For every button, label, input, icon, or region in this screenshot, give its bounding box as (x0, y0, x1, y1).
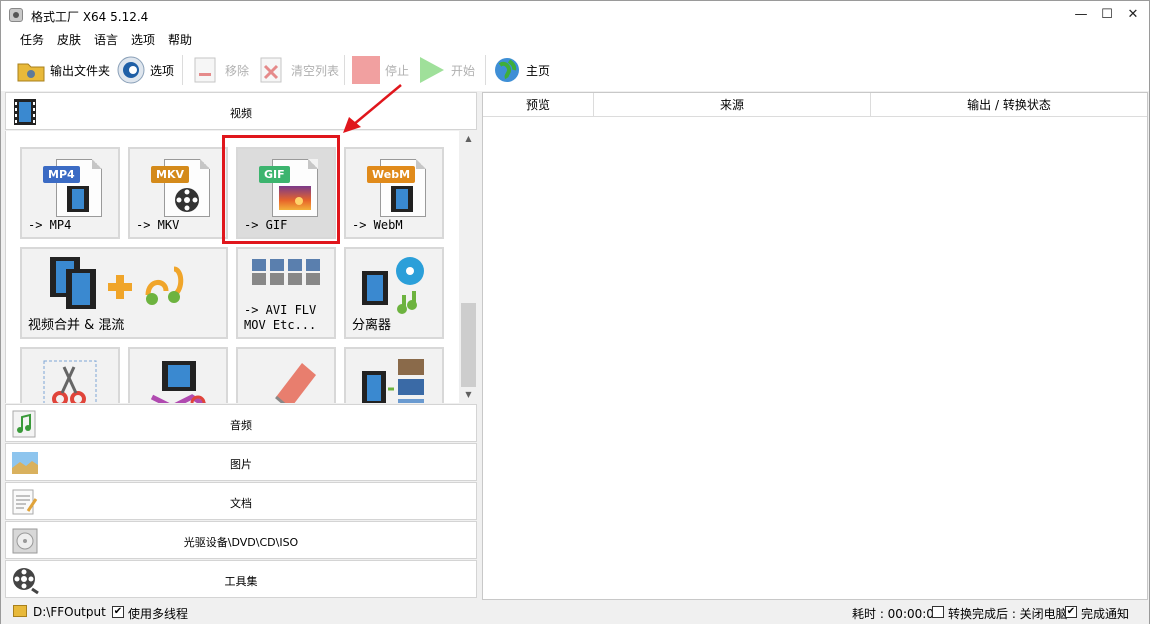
column-output-status[interactable]: 输出 / 转换状态 (871, 93, 1147, 117)
tile-to-webm[interactable]: WebM -> WebM (344, 147, 444, 239)
mp4-tag: MP4 (43, 166, 80, 183)
tile-remove-logo[interactable]: Logo (236, 347, 336, 403)
mkv-file-icon: MKV (151, 159, 210, 217)
tile-label-line2: MOV Etc... (244, 318, 317, 332)
menu-task[interactable]: 任务 (20, 31, 44, 48)
tile-video-edit[interactable] (128, 347, 228, 403)
scroll-down-arrow-icon[interactable]: ▼ (459, 387, 477, 403)
toolbar-divider (485, 55, 486, 85)
tile-label-line1: -> AVI FLV (244, 303, 317, 317)
webm-tag: WebM (367, 166, 416, 183)
category-audio-label: 音频 (230, 419, 252, 432)
after-convert-label: 转换完成后 : 关闭电脑 (948, 607, 1068, 621)
tile-label: 分离器 (352, 318, 392, 333)
category-audio[interactable]: 音频 (5, 404, 477, 442)
tile-label: 视频合并 & 混流 (28, 318, 125, 333)
tile-screen-record[interactable] (344, 347, 444, 403)
elapsed-time: 耗时 : 00:00:04 (852, 607, 942, 621)
output-folder-button[interactable]: 输出文件夹 (16, 54, 110, 86)
category-disc-label: 光驱设备\DVD\CD\ISO (183, 536, 299, 549)
category-document-label: 文档 (230, 497, 252, 510)
scissors-icon (43, 360, 97, 403)
output-folder-label: 输出文件夹 (50, 63, 111, 78)
gear-icon (116, 55, 146, 85)
multithread-checkbox[interactable]: ✔ (112, 606, 124, 618)
clear-list-icon (257, 55, 287, 85)
clear-list-label: 清空列表 (291, 63, 340, 78)
toolbar-divider (182, 55, 183, 85)
tile-video-crop[interactable] (20, 347, 120, 403)
after-convert-checkbox[interactable] (932, 606, 944, 618)
close-button[interactable]: ✕ (1110, 1, 1150, 29)
category-tools[interactable]: 工具集 (5, 560, 477, 598)
tile-to-mkv[interactable]: MKV -> MKV (128, 147, 228, 239)
globe-icon (492, 55, 522, 85)
category-tools-label: 工具集 (224, 575, 258, 588)
column-source[interactable]: 来源 (594, 93, 871, 117)
output-path[interactable]: D:\FFOutput (33, 605, 106, 619)
eraser-icon: Logo (262, 363, 316, 403)
tile-label: -> MKV (136, 218, 180, 232)
play-icon (417, 55, 447, 85)
menu-skin[interactable]: 皮肤 (57, 31, 81, 48)
splitter-icon (362, 257, 424, 314)
tile-video-merge[interactable]: 视频合并 & 混流 (20, 247, 228, 339)
menu-options[interactable]: 选项 (131, 31, 155, 48)
window-title: 格式工厂 X64 5.12.4 (31, 10, 149, 24)
webm-file-icon: WebM (367, 159, 426, 217)
remove-button[interactable]: 移除 (191, 54, 249, 86)
notify-checkbox[interactable]: ✔ (1065, 606, 1077, 618)
category-image-label: 图片 (230, 458, 252, 471)
category-image[interactable]: 图片 (5, 443, 477, 481)
menu-help[interactable]: 帮助 (168, 31, 192, 48)
tile-label: -> AVI FLV MOV Etc... (244, 303, 316, 333)
video-grid-scrollbar[interactable]: ▲ ▼ (459, 131, 477, 403)
tile-label: -> WebM (352, 218, 403, 232)
options-label: 选项 (150, 63, 175, 78)
film-icon (67, 186, 89, 212)
tile-to-avi-flv-mov[interactable]: -> AVI FLV MOV Etc... (236, 247, 336, 339)
tile-label: -> MP4 (28, 218, 72, 232)
gif-highlight-annotation (222, 135, 340, 244)
app-logo-icon (9, 8, 23, 22)
menu-bar: 任务 皮肤 语言 选项 帮助 (1, 29, 1149, 49)
folder-icon (16, 55, 46, 85)
options-button[interactable]: 选项 (116, 54, 174, 86)
notify-label: 完成通知 (1081, 607, 1130, 621)
home-label: 主页 (526, 63, 551, 78)
film-reel-icon (175, 188, 199, 212)
film-icon (391, 186, 413, 212)
clear-list-button[interactable]: 清空列表 (257, 54, 339, 86)
video-to-images-icon (362, 359, 424, 403)
menu-language[interactable]: 语言 (94, 31, 118, 48)
home-button[interactable]: 主页 (492, 54, 550, 86)
task-list-panel: 预览 来源 输出 / 转换状态 (482, 92, 1148, 600)
title-bar: 格式工厂 X64 5.12.4 — ☐ ✕ (1, 1, 1149, 29)
folder-icon (13, 605, 27, 617)
tile-to-mp4[interactable]: MP4 -> MP4 (20, 147, 120, 239)
mp4-file-icon: MP4 (43, 159, 102, 217)
start-button[interactable]: 开始 (417, 54, 475, 86)
category-document[interactable]: 文档 (5, 482, 477, 520)
remove-label: 移除 (225, 63, 250, 78)
toolbar: 输出文件夹 选项 移除 清空列表 停止 开始 主页 (1, 49, 1149, 91)
multi-format-icons (252, 259, 320, 285)
category-disc[interactable]: 光驱设备\DVD\CD\ISO (5, 521, 477, 559)
start-label: 开始 (451, 63, 476, 78)
red-arrow-annotation (343, 84, 402, 133)
stop-label: 停止 (385, 63, 410, 78)
merge-mux-icon (50, 257, 184, 309)
video-edit-icon (150, 361, 207, 403)
mkv-tag: MKV (151, 166, 189, 183)
scroll-thumb[interactable] (461, 303, 476, 387)
tile-splitter[interactable]: 分离器 (344, 247, 444, 339)
status-bar: D:\FFOutput ✔ 使用多线程 耗时 : 00:00:04 转换完成后 … (1, 601, 1149, 624)
svg-text:Logo: Logo (262, 402, 291, 403)
column-preview[interactable]: 预览 (483, 93, 594, 117)
app-window: 格式工厂 X64 5.12.4 — ☐ ✕ 任务 皮肤 语言 选项 帮助 输出文… (0, 0, 1150, 624)
multithread-label: 使用多线程 (128, 607, 189, 621)
scroll-up-arrow-icon[interactable]: ▲ (459, 131, 477, 147)
remove-icon (191, 55, 221, 85)
